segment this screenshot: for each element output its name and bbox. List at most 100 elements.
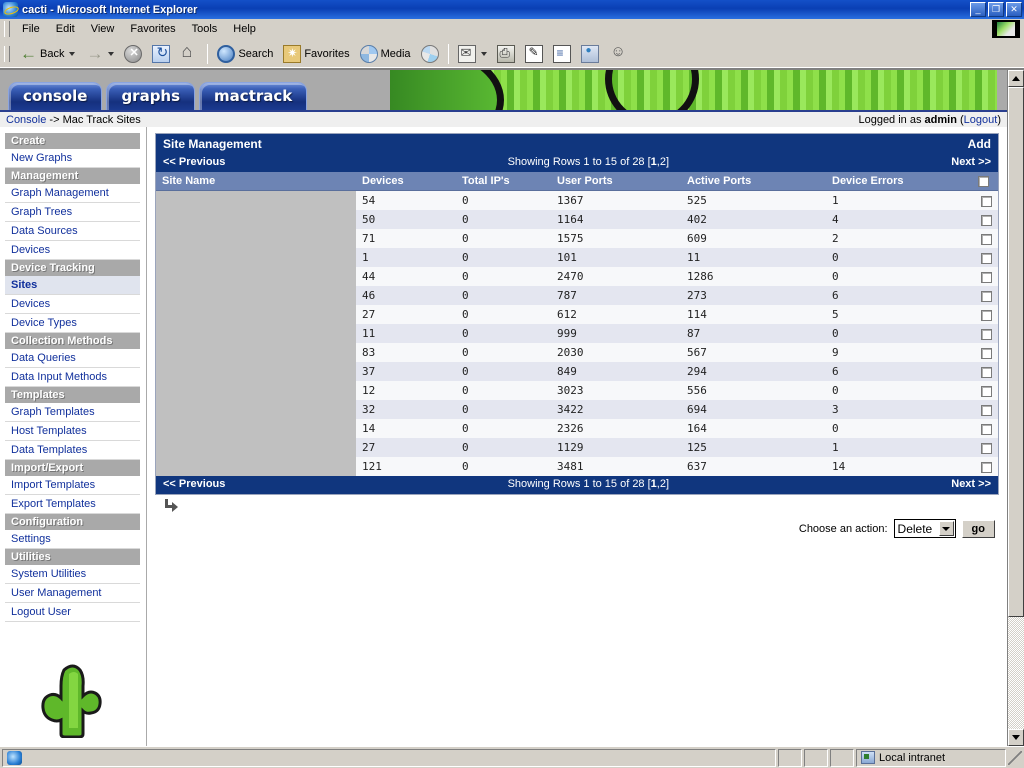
cell-site-name[interactable] [156,267,356,286]
action-select[interactable]: Delete [893,519,956,538]
sidebar-item-device-types[interactable]: Device Types [5,314,140,333]
menu-item-help[interactable]: Help [225,21,264,37]
column-header-user-ports[interactable]: User Ports [551,172,681,191]
close-button[interactable]: ✕ [1006,2,1022,17]
table-row[interactable]: 27 0 1129 125 1 [156,438,998,457]
row-select-checkbox[interactable] [981,233,992,245]
column-header-site-name[interactable]: Site Name [156,172,356,191]
row-select-checkbox[interactable] [981,214,992,226]
mail-button[interactable] [453,41,492,67]
sidebar-item-import-templates[interactable]: Import Templates [5,476,140,495]
row-select-checkbox[interactable] [981,461,992,473]
toolbar-gripper[interactable] [4,45,10,62]
tab-graphs[interactable]: graphs [106,82,196,110]
row-select-checkbox[interactable] [981,423,992,435]
scrollbar-track[interactable] [1008,87,1024,729]
home-button[interactable] [175,41,203,67]
row-select-checkbox[interactable] [981,252,992,264]
table-row[interactable]: 44 0 2470 1286 0 [156,267,998,286]
sidebar-item-data-queries[interactable]: Data Queries [5,349,140,368]
menu-item-file[interactable]: File [14,21,48,37]
table-row[interactable]: 37 0 849 294 6 [156,362,998,381]
cell-site-name[interactable] [156,210,356,229]
table-row[interactable]: 121 0 3481 637 14 [156,457,998,476]
row-select-checkbox[interactable] [981,404,992,416]
sidebar-item-sites[interactable]: Sites [5,276,140,295]
sidebar-item-data-templates[interactable]: Data Templates [5,441,140,460]
cell-site-name[interactable] [156,343,356,362]
cell-site-name[interactable] [156,400,356,419]
menu-item-view[interactable]: View [83,21,123,37]
sidebar-item-user-management[interactable]: User Management [5,584,140,603]
sidebar-item-graph-management[interactable]: Graph Management [5,184,140,203]
column-header-total-ips[interactable]: Total IP's [456,172,551,191]
table-row[interactable]: 46 0 787 273 6 [156,286,998,305]
table-row[interactable]: 1 0 101 11 0 [156,248,998,267]
row-select-checkbox[interactable] [981,195,992,207]
row-select-checkbox[interactable] [981,442,992,454]
menu-item-tools[interactable]: Tools [184,21,226,37]
menu-item-edit[interactable]: Edit [48,21,83,37]
sidebar-item-graph-trees[interactable]: Graph Trees [5,203,140,222]
cell-site-name[interactable] [156,286,356,305]
next-page-link-bottom[interactable]: Next >> [951,478,991,490]
mail-dropdown-caret-icon[interactable] [480,51,487,56]
favorites-button[interactable]: Favorites [278,41,354,67]
sidebar-item-logout-user[interactable]: Logout User [5,603,140,622]
search-button[interactable]: Search [212,41,278,67]
sidebar-item-devices[interactable]: Devices [5,241,140,260]
sidebar-item-data-sources[interactable]: Data Sources [5,222,140,241]
breadcrumb-link-console[interactable]: Console [6,114,46,126]
tab-console[interactable]: console [8,82,103,110]
column-header-device-errors[interactable]: Device Errors [826,172,972,191]
sidebar-item-graph-templates[interactable]: Graph Templates [5,403,140,422]
column-header-active-ports[interactable]: Active Ports [681,172,826,191]
menu-item-favorites[interactable]: Favorites [122,21,183,37]
menu-gripper[interactable] [4,20,10,37]
row-select-checkbox[interactable] [981,347,992,359]
row-select-checkbox[interactable] [981,385,992,397]
row-select-checkbox[interactable] [981,271,992,283]
cell-site-name[interactable] [156,305,356,324]
maximize-button[interactable]: ❐ [988,2,1004,17]
table-row[interactable]: 14 0 2326 164 0 [156,419,998,438]
cell-site-name[interactable] [156,362,356,381]
row-select-checkbox[interactable] [981,309,992,321]
scroll-down-button[interactable] [1008,729,1024,746]
cell-site-name[interactable] [156,438,356,457]
discuss-button[interactable] [548,41,576,67]
cell-site-name[interactable] [156,190,356,210]
previous-page-link-top[interactable]: << Previous [163,156,225,168]
table-row[interactable]: 54 0 1367 525 1 [156,190,998,210]
cell-site-name[interactable] [156,381,356,400]
back-dropdown-caret-icon[interactable] [69,51,76,56]
tab-mactrack[interactable]: mactrack [199,82,308,110]
row-select-checkbox[interactable] [981,328,992,340]
previous-page-link-bottom[interactable]: << Previous [163,478,225,490]
sidebar-item-new-graphs[interactable]: New Graphs [5,149,140,168]
profile-button[interactable] [604,41,632,67]
table-row[interactable]: 50 0 1164 402 4 [156,210,998,229]
forward-dropdown-caret-icon[interactable] [108,51,115,56]
stop-button[interactable] [119,41,147,67]
chevron-down-icon[interactable] [938,521,954,536]
row-select-checkbox[interactable] [981,366,992,378]
sidebar-item-tracking-devices[interactable]: Devices [5,295,140,314]
go-button[interactable]: go [961,519,995,538]
next-page-link-top[interactable]: Next >> [951,156,991,168]
table-row[interactable]: 83 0 2030 567 9 [156,343,998,362]
minimize-button[interactable]: _ [970,2,986,17]
cell-site-name[interactable] [156,457,356,476]
sidebar-item-settings[interactable]: Settings [5,530,140,549]
cell-site-name[interactable] [156,248,356,267]
logout-link[interactable]: Logout [964,114,998,126]
page-vertical-scrollbar[interactable] [1007,70,1024,746]
messenger-button[interactable] [576,41,604,67]
table-row[interactable]: 27 0 612 114 5 [156,305,998,324]
back-button[interactable]: Back [14,41,80,67]
media-button[interactable]: Media [355,41,416,67]
add-site-button[interactable]: Add [968,137,991,151]
sidebar-item-host-templates[interactable]: Host Templates [5,422,140,441]
cell-site-name[interactable] [156,229,356,248]
cell-site-name[interactable] [156,324,356,343]
